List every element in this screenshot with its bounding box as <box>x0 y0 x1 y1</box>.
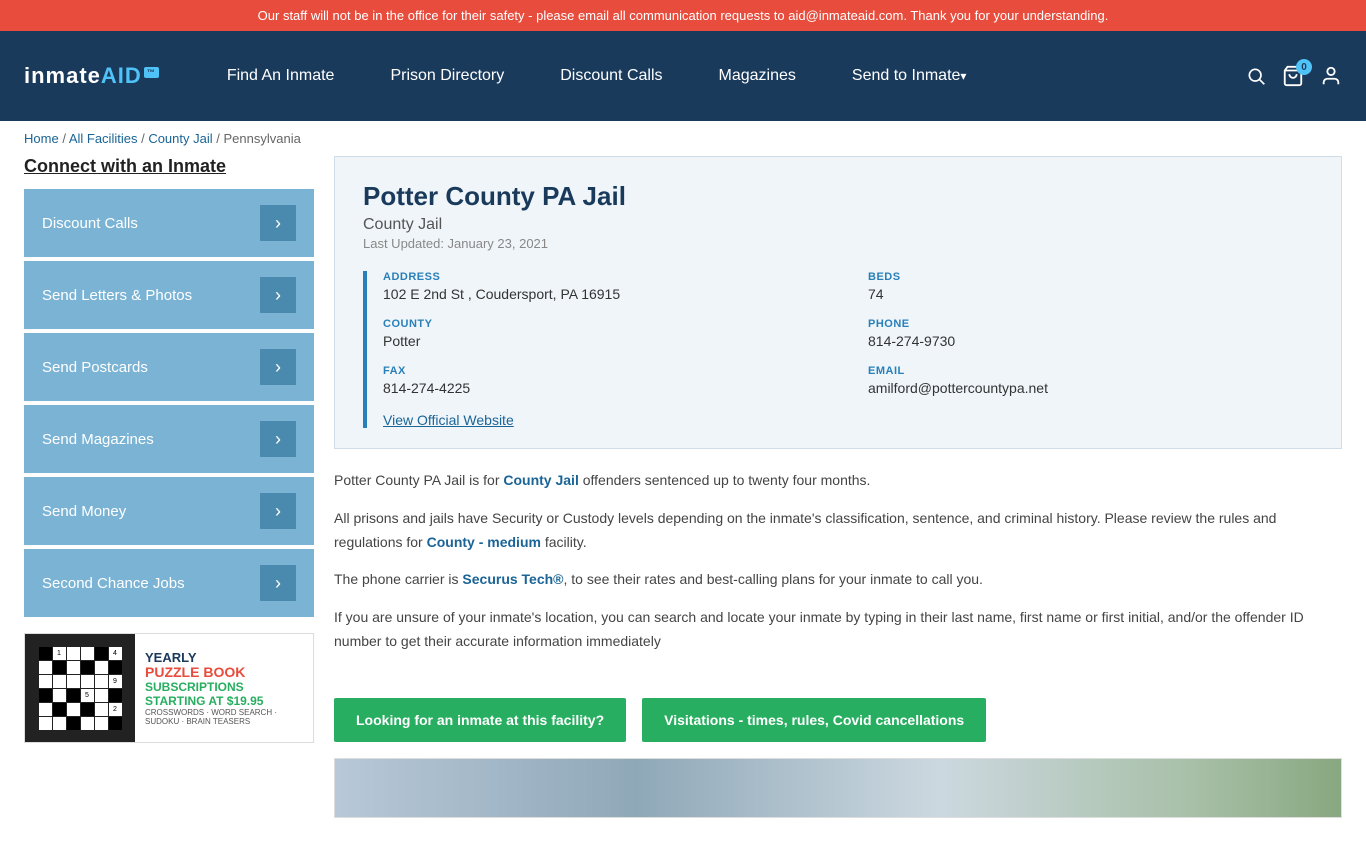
sidebar-send-postcards[interactable]: Send Postcards › <box>24 333 314 401</box>
visitations-button[interactable]: Visitations - times, rules, Covid cancel… <box>642 698 986 742</box>
breadcrumb: Home / All Facilities / County Jail / Pe… <box>0 121 1366 156</box>
beds-value: 74 <box>868 286 1313 302</box>
address-label: ADDRESS <box>383 271 828 283</box>
nav-discount-calls[interactable]: Discount Calls <box>532 31 690 121</box>
action-buttons: Looking for an inmate at this facility? … <box>334 698 1342 742</box>
email-value: amilford@pottercountypa.net <box>868 380 1313 396</box>
description-para3: The phone carrier is Securus Tech®, to s… <box>334 568 1342 592</box>
breadcrumb-all-facilities[interactable]: All Facilities <box>69 131 138 146</box>
phone-block: PHONE 814-274-9730 <box>868 318 1313 349</box>
chevron-right-icon: › <box>260 205 296 241</box>
main-content: Connect with an Inmate Discount Calls › … <box>0 156 1366 842</box>
user-button[interactable] <box>1320 65 1342 87</box>
sidebar-title: Connect with an Inmate <box>24 156 314 177</box>
email-label: EMAIL <box>868 365 1313 377</box>
top-banner: Our staff will not be in the office for … <box>0 0 1366 31</box>
ad-puzzle-book-label: PUZZLE BOOK <box>145 665 303 680</box>
sidebar-ad[interactable]: 14 9 5 2 YEARLY PUZZLE BOOK SUBSCRIPTION… <box>24 633 314 743</box>
chevron-right-icon: › <box>260 565 296 601</box>
facility-updated: Last Updated: January 23, 2021 <box>363 236 1313 251</box>
phone-label: PHONE <box>868 318 1313 330</box>
phone-value: 814-274-9730 <box>868 333 1313 349</box>
nav-send-to-inmate[interactable]: Send to Inmate <box>824 31 995 121</box>
nav-magazines[interactable]: Magazines <box>691 31 824 121</box>
chevron-right-icon: › <box>260 349 296 385</box>
chevron-right-icon: › <box>260 493 296 529</box>
nav-find-inmate[interactable]: Find An Inmate <box>199 31 363 121</box>
view-website-link[interactable]: View Official Website <box>383 412 514 428</box>
sidebar-send-money[interactable]: Send Money › <box>24 477 314 545</box>
facility-type: County Jail <box>363 216 1313 234</box>
securus-link[interactable]: Securus Tech® <box>462 571 563 587</box>
facility-details: ADDRESS 102 E 2nd St , Coudersport, PA 1… <box>383 271 1313 396</box>
breadcrumb-state: Pennsylvania <box>223 131 300 146</box>
nav-links: Find An Inmate Prison Directory Discount… <box>199 31 1246 121</box>
find-inmate-facility-button[interactable]: Looking for an inmate at this facility? <box>334 698 626 742</box>
beds-block: BEDS 74 <box>868 271 1313 302</box>
search-button[interactable] <box>1246 66 1266 86</box>
description-para2: All prisons and jails have Security or C… <box>334 507 1342 555</box>
nav-prison-directory[interactable]: Prison Directory <box>362 31 532 121</box>
facility-card: Potter County PA Jail County Jail Last U… <box>334 156 1342 449</box>
description-para4: If you are unsure of your inmate's locat… <box>334 606 1342 654</box>
sidebar-send-magazines[interactable]: Send Magazines › <box>24 405 314 473</box>
cart-badge: 0 <box>1296 59 1312 75</box>
facility-name: Potter County PA Jail <box>363 181 1313 212</box>
breadcrumb-county-jail[interactable]: County Jail <box>148 131 212 146</box>
county-jail-link[interactable]: County Jail <box>503 472 578 488</box>
county-medium-link[interactable]: County - medium <box>427 534 541 550</box>
sidebar: Connect with an Inmate Discount Calls › … <box>24 156 314 818</box>
county-block: COUNTY Potter <box>383 318 828 349</box>
beds-label: BEDS <box>868 271 1313 283</box>
county-value: Potter <box>383 333 828 349</box>
navbar: inmateAID™ Find An Inmate Prison Directo… <box>0 31 1366 121</box>
cart-button[interactable]: 0 <box>1282 65 1304 87</box>
address-value: 102 E 2nd St , Coudersport, PA 16915 <box>383 286 828 302</box>
address-block: ADDRESS 102 E 2nd St , Coudersport, PA 1… <box>383 271 828 302</box>
email-block: EMAIL amilford@pottercountypa.net <box>868 365 1313 396</box>
fax-block: FAX 814-274-4225 <box>383 365 828 396</box>
logo[interactable]: inmateAID™ <box>24 63 159 89</box>
ad-yearly-label: YEARLY <box>145 650 303 665</box>
description-para1: Potter County PA Jail is for County Jail… <box>334 469 1342 493</box>
chevron-right-icon: › <box>260 277 296 313</box>
fax-label: FAX <box>383 365 828 377</box>
ad-price-label: STARTING AT $19.95 <box>145 694 303 708</box>
sidebar-second-chance[interactable]: Second Chance Jobs › <box>24 549 314 617</box>
content-area: Potter County PA Jail County Jail Last U… <box>334 156 1342 818</box>
sidebar-send-letters[interactable]: Send Letters & Photos › <box>24 261 314 329</box>
nav-icons: 0 <box>1246 65 1342 87</box>
ad-types-label: CROSSWORDS · WORD SEARCH · SUDOKU · BRAI… <box>145 708 303 726</box>
description-section: Potter County PA Jail is for County Jail… <box>334 469 1342 688</box>
facility-photo-strip <box>334 758 1342 818</box>
county-label: COUNTY <box>383 318 828 330</box>
chevron-right-icon: › <box>260 421 296 457</box>
sidebar-discount-calls[interactable]: Discount Calls › <box>24 189 314 257</box>
ad-subscriptions-label: SUBSCRIPTIONS <box>145 680 303 694</box>
breadcrumb-home[interactable]: Home <box>24 131 59 146</box>
fax-value: 814-274-4225 <box>383 380 828 396</box>
